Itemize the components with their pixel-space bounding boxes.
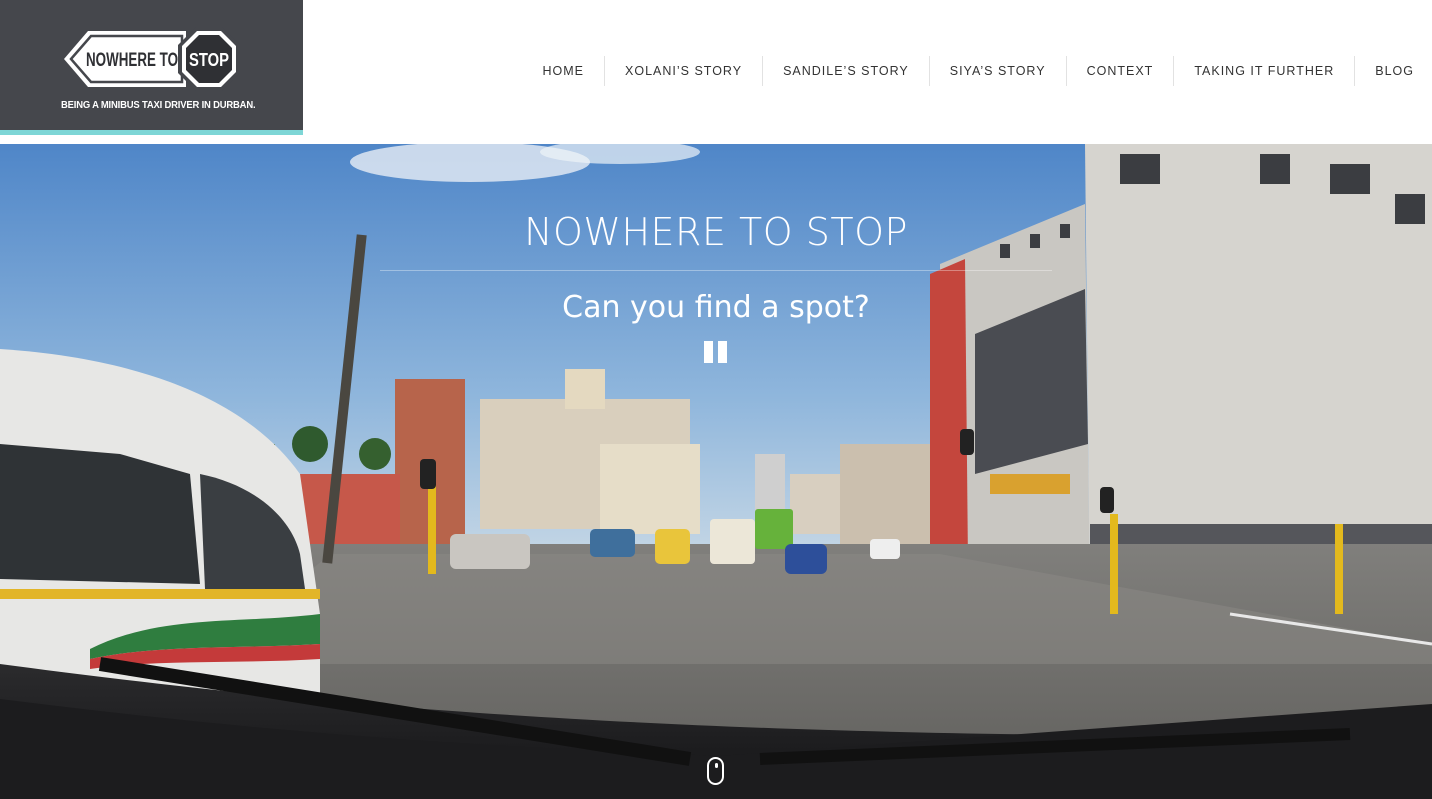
pause-bar-left — [704, 341, 713, 363]
mouse-scroll-icon[interactable] — [707, 757, 724, 785]
hero-divider — [380, 270, 1052, 271]
nav-item-taking-it-further[interactable]: TAKING IT FURTHER — [1173, 56, 1354, 86]
hero-subtitle: Can you find a spot? — [562, 290, 870, 325]
nav-item-siyas-story[interactable]: SIYA’S STORY — [928, 56, 1066, 86]
site-header: NOWHERE TO STOP BEING A MINIBUS TAXI DRI… — [0, 0, 1432, 144]
pause-icon[interactable] — [704, 341, 728, 363]
logo-sign-right-text: STOP — [189, 50, 229, 70]
nav-item-context[interactable]: CONTEXT — [1065, 56, 1174, 86]
stop-sign-logo-icon: NOWHERE TO STOP — [64, 27, 240, 91]
nav-item-sandiles-story[interactable]: SANDILE’S STORY — [762, 56, 929, 86]
hero-title: NOWHERE TO STOP — [524, 210, 908, 254]
nav-item-home[interactable]: HOME — [523, 56, 605, 86]
nav-item-blog[interactable]: BLOG — [1354, 56, 1432, 86]
logo-sign-left-text: NOWHERE TO — [86, 50, 178, 71]
main-navigation: HOME XOLANI’S STORY SANDILE’S STORY SIYA… — [523, 56, 1432, 86]
pause-bar-right — [718, 341, 727, 363]
site-logo[interactable]: NOWHERE TO STOP BEING A MINIBUS TAXI DRI… — [0, 0, 303, 130]
mouse-wheel — [715, 763, 718, 768]
logo-accent-bar — [0, 130, 303, 135]
hero-video-section: NOWHERE TO STOP Can you find a spot? — [0, 144, 1432, 799]
nav-item-xolanis-story[interactable]: XOLANI’S STORY — [604, 56, 762, 86]
logo-tagline: BEING A MINIBUS TAXI DRIVER IN DURBAN. — [61, 99, 256, 111]
